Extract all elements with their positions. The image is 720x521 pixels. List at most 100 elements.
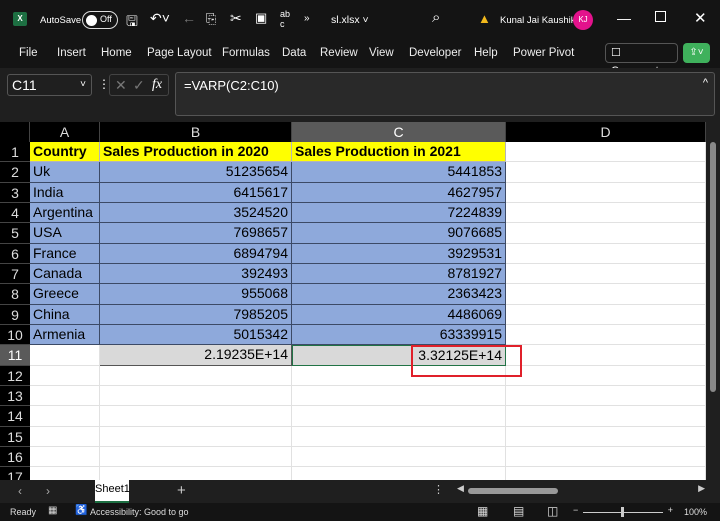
cell-A17[interactable] [30,467,100,480]
formula-input[interactable]: =VARP(C2:C10) ^ [175,72,715,116]
tab-insert[interactable]: Insert [57,47,86,59]
save-icon[interactable]: 🖫 [126,11,138,35]
autosave-toggle[interactable]: Off [82,11,118,29]
tab-power-pivot[interactable]: Power Pivot [513,47,574,59]
cell-C9[interactable]: 4486069 [292,304,506,325]
cell-A16[interactable] [30,446,100,468]
row-header-3[interactable]: 3 [0,182,30,203]
collapse-icon[interactable]: ^ [703,77,708,89]
comments-button[interactable]: ☐ Comments [605,43,678,77]
row-header-7[interactable]: 7 [0,263,30,285]
cell-A13[interactable] [30,385,100,407]
macro-icon[interactable]: ▦ [48,505,57,516]
cell-A12[interactable] [30,365,100,386]
cell-D12[interactable] [506,365,706,386]
undo-icon[interactable]: ↶˅ [150,10,170,27]
cell-A8[interactable]: Greece [30,284,100,305]
column-header-A[interactable]: A [30,122,100,142]
accessibility-icon[interactable]: ♿ [75,505,87,516]
cell-D5[interactable] [506,223,706,244]
cell-B1[interactable]: Sales Production in 2020 [100,142,292,163]
cell-C4[interactable]: 7224839 [292,202,506,224]
cell-A1[interactable]: Country [30,142,100,163]
tab-home[interactable]: Home [101,47,132,59]
row-header-17[interactable]: 17 [0,467,30,480]
cell-A5[interactable]: USA [30,223,100,244]
cell-C17[interactable] [292,467,506,480]
row-header-10[interactable]: 10 [0,324,30,346]
cell-A11[interactable] [30,345,100,366]
row-header-4[interactable]: 4 [0,202,30,224]
share-button[interactable]: ⇪˅ [683,43,710,63]
cell-A4[interactable]: Argentina [30,202,100,224]
tab-help[interactable]: Help [474,47,498,59]
cell-B13[interactable] [100,385,292,407]
zoom-slider[interactable]: − + [573,505,673,517]
horizontal-scrollbar[interactable]: ◀ ▶ [455,483,705,496]
cell-C16[interactable] [292,446,506,468]
cell-D4[interactable] [506,202,706,224]
cell-B16[interactable] [100,446,292,468]
row-header-16[interactable]: 16 [0,446,30,468]
cell-D3[interactable] [506,182,706,203]
row-header-14[interactable]: 14 [0,406,30,427]
tab-page-layout[interactable]: Page Layout [147,47,212,59]
tab-review[interactable]: Review [320,47,358,59]
redo-icon[interactable]: ← [182,10,196,26]
more-commands-icon[interactable]: » [304,13,310,24]
sheet-tab-sheet1[interactable]: Sheet1 [95,480,130,503]
cell-D17[interactable] [506,467,706,480]
row-header-13[interactable]: 13 [0,385,30,407]
enter-icon[interactable]: ✓ [133,75,145,95]
cell-A9[interactable]: China [30,304,100,325]
tab-formulas[interactable]: Formulas [222,47,270,59]
cell-C1[interactable]: Sales Production in 2021 [292,142,506,163]
row-header-8[interactable]: 8 [0,284,30,305]
spreadsheet-grid[interactable]: A B C D 1 2 3 4 5 6 7 8 9 10 11 12 13 14 15 16 17 Country Sale… [0,122,706,480]
cell-C6[interactable]: 3929531 [292,243,506,264]
cell-B9[interactable]: 7985205 [100,304,292,325]
normal-view-icon[interactable]: ▦ [477,504,488,518]
cell-C15[interactable] [292,426,506,447]
cell-C13[interactable] [292,385,506,407]
row-header-2[interactable]: 2 [0,162,30,183]
filename[interactable]: sl.xlsx ˅ [331,14,369,26]
cell-B11[interactable]: 2.19235E+14 [100,345,292,366]
cell-A14[interactable] [30,406,100,427]
name-box[interactable]: C11 ˅ [7,74,92,96]
tab-file[interactable]: File [19,47,38,59]
row-header-9[interactable]: 9 [0,304,30,325]
cell-B17[interactable] [100,467,292,480]
insert-function-icon[interactable]: fx [152,75,162,95]
cell-D11[interactable] [506,345,706,366]
cell-D6[interactable] [506,243,706,264]
cell-C10[interactable]: 63339915 [292,324,506,346]
prev-sheet-icon[interactable]: ‹ [18,484,22,498]
row-header-1[interactable]: 1 [0,142,30,163]
cell-D7[interactable] [506,263,706,285]
row-header-15[interactable]: 15 [0,426,30,447]
cell-B10[interactable]: 5015342 [100,324,292,346]
page-layout-view-icon[interactable]: ▤ [513,504,524,518]
cell-A3[interactable]: India [30,182,100,203]
cell-C8[interactable]: 2363423 [292,284,506,305]
cell-B5[interactable]: 7698657 [100,223,292,244]
tab-developer[interactable]: Developer [409,47,461,59]
cell-C7[interactable]: 8781927 [292,263,506,285]
cell-D10[interactable] [506,324,706,346]
cell-B12[interactable] [100,365,292,386]
cell-B3[interactable]: 6415617 [100,182,292,203]
row-header-6[interactable]: 6 [0,243,30,264]
cell-C3[interactable]: 4627957 [292,182,506,203]
cancel-icon[interactable]: ✕ [115,75,127,95]
search-icon[interactable]: ⌕ [432,9,440,26]
cell-D1[interactable] [506,142,706,163]
cell-B15[interactable] [100,426,292,447]
row-header-12[interactable]: 12 [0,365,30,386]
spelling-icon[interactable]: ab c [280,9,290,29]
cell-D2[interactable] [506,162,706,183]
row-header-11[interactable]: 11 [0,345,30,366]
maximize-icon[interactable] [655,11,666,22]
tab-view[interactable]: View [369,47,394,59]
cell-A2[interactable]: Uk [30,162,100,183]
